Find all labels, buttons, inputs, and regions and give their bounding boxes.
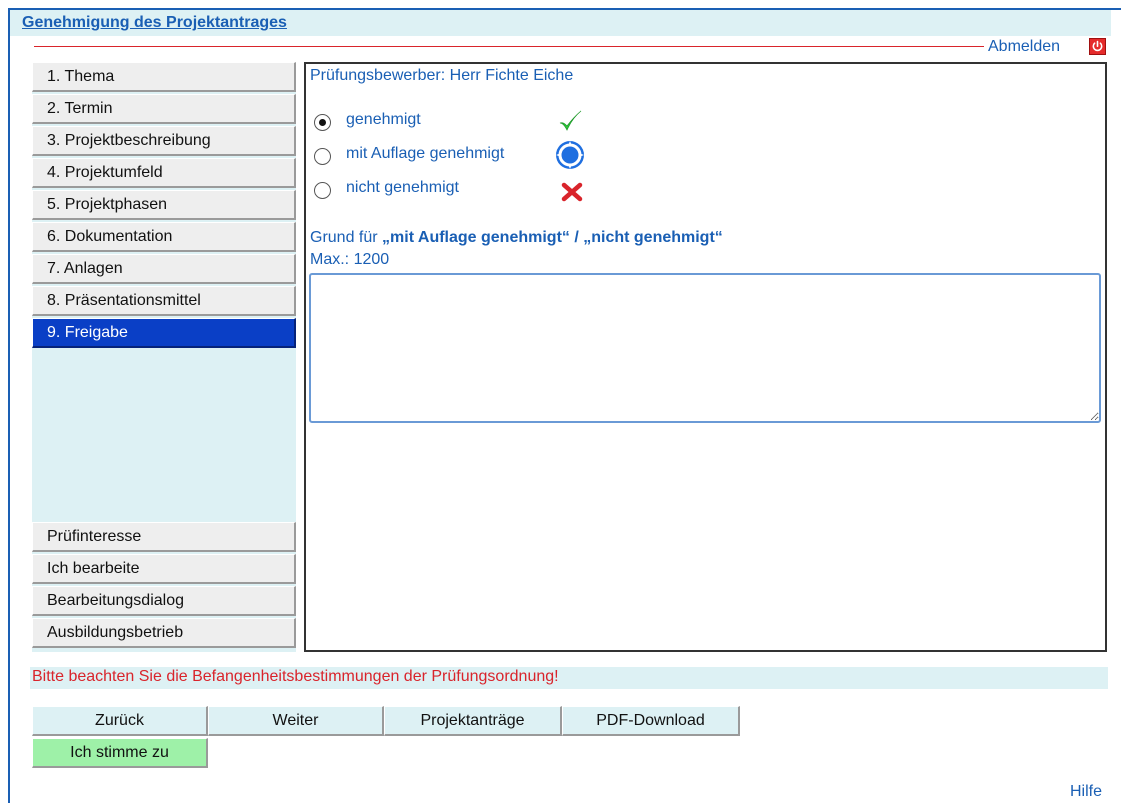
reason-prefix: Grund für (310, 229, 383, 246)
sidebar-item-label: 9. Freigabe (47, 324, 128, 341)
reason-label: Grund für „mit Auflage genehmigt“ / „nic… (310, 229, 723, 247)
logout-link[interactable]: Abmelden (988, 38, 1060, 56)
sidebar-item-praesentationsmittel[interactable]: 8. Präsentationsmittel (32, 286, 296, 316)
sidebar-item-label: 4. Projektumfeld (47, 164, 163, 181)
sidebar-item-thema[interactable]: 1. Thema (32, 62, 296, 92)
conditional-icon (555, 140, 585, 175)
sidebar-item-ausbildungsbetrieb[interactable]: Ausbildungsbetrieb (32, 618, 296, 648)
sidebar-item-projektbeschreibung[interactable]: 3. Projektbeschreibung (32, 126, 296, 156)
sidebar-item-label: Ich bearbeite (47, 560, 140, 577)
reason-bold: „mit Auflage genehmigt“ / „nicht genehmi… (382, 229, 723, 246)
radio-nicht-genehmigt[interactable] (314, 182, 331, 199)
sidebar-item-label: Ausbildungsbetrieb (47, 624, 184, 641)
sidebar-item-label: 2. Termin (47, 100, 113, 117)
sidebar-item-pruefinteresse[interactable]: Prüfinteresse (32, 522, 296, 552)
radio-mit-auflage[interactable] (314, 148, 331, 165)
pdf-download-button[interactable]: PDF-Download (562, 706, 740, 736)
sidebar-item-ich-bearbeite[interactable]: Ich bearbeite (32, 554, 296, 584)
sidebar-item-label: Prüfinteresse (47, 528, 142, 545)
sidebar-item-freigabe[interactable]: 9. Freigabe (32, 318, 296, 348)
sidebar-item-projektphasen[interactable]: 5. Projektphasen (32, 190, 296, 220)
option-label: nicht genehmigt (346, 179, 459, 196)
sidebar-item-label: 6. Dokumentation (47, 228, 173, 245)
radio-genehmigt[interactable] (314, 114, 331, 131)
header-divider (34, 46, 984, 47)
sidebar-item-termin[interactable]: 2. Termin (32, 94, 296, 124)
checkmark-icon (557, 109, 583, 140)
sidebar-item-label: 5. Projektphasen (47, 196, 168, 213)
option-label: genehmigt (346, 111, 421, 128)
option-label: mit Auflage genehmigt (346, 145, 505, 162)
next-button[interactable]: Weiter (208, 706, 384, 736)
sidebar-item-bearbeitungsdialog[interactable]: Bearbeitungsdialog (32, 586, 296, 616)
sidebar-item-label: 7. Anlagen (47, 260, 123, 277)
notice-text: Bitte beachten Sie die Befangenheitsbest… (32, 668, 559, 685)
projects-button[interactable]: Projektanträge (384, 706, 562, 736)
back-button[interactable]: Zurück (32, 706, 208, 736)
sidebar-item-label: 1. Thema (47, 68, 115, 85)
agree-button[interactable]: Ich stimme zu (32, 738, 208, 768)
sidebar-item-dokumentation[interactable]: 6. Dokumentation (32, 222, 296, 252)
sidebar-item-projektumfeld[interactable]: 4. Projektumfeld (32, 158, 296, 188)
sidebar-item-label: 8. Präsentationsmittel (47, 292, 201, 309)
reason-textarea[interactable] (309, 273, 1101, 423)
applicant-label: Prüfungsbewerber: Herr Fichte Eiche (310, 67, 574, 84)
help-link[interactable]: Hilfe (1070, 783, 1102, 801)
sidebar-item-anlagen[interactable]: 7. Anlagen (32, 254, 296, 284)
sidebar-item-label: Bearbeitungsdialog (47, 592, 184, 609)
power-icon[interactable] (1089, 38, 1106, 55)
sidebar-item-label: 3. Projektbeschreibung (47, 132, 211, 149)
cross-icon (561, 182, 583, 207)
app-title-link[interactable]: Genehmigung des Projektantrages (22, 14, 287, 32)
max-chars-label: Max.: 1200 (310, 251, 390, 268)
